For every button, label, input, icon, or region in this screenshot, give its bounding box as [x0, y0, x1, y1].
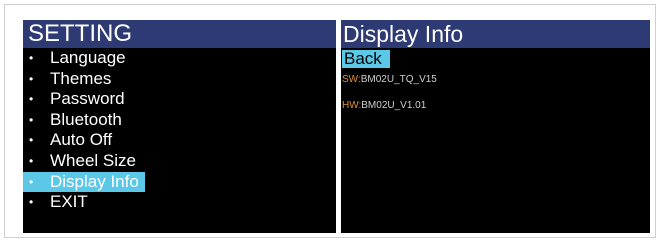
bullet-icon: •	[29, 195, 34, 210]
menu-item-wheel-size[interactable]: • Wheel Size	[23, 151, 336, 172]
bullet-icon: •	[29, 71, 34, 86]
menu-item-label: Bluetooth	[50, 109, 122, 129]
bullet-icon: •	[29, 112, 34, 127]
menu-item-label: Auto Off	[50, 130, 113, 150]
bullet-icon: •	[29, 133, 34, 148]
bullet-icon: •	[29, 92, 34, 107]
menu-item-label: Themes	[50, 68, 112, 88]
settings-screen: SETTING • Language • Themes • Password •…	[23, 20, 336, 233]
bullet-icon: •	[29, 174, 34, 189]
settings-menu: • Language • Themes • Password • Bluetoo…	[23, 48, 336, 213]
hardware-version: HW:BM02U_V1.01	[342, 100, 650, 111]
software-version: SW:BM02U_TQ_V15	[342, 74, 650, 85]
settings-title: SETTING	[23, 20, 336, 48]
bullet-icon: •	[29, 51, 34, 65]
menu-item-label: Password	[50, 89, 125, 109]
menu-item-exit[interactable]: • EXIT	[23, 192, 336, 213]
bullet-icon: •	[29, 153, 34, 168]
menu-item-auto-off[interactable]: • Auto Off	[23, 130, 336, 151]
menu-item-display-info[interactable]: • Display Info	[23, 171, 336, 193]
back-button[interactable]: Back	[342, 50, 390, 68]
menu-item-label: Language	[50, 48, 126, 67]
software-version-value: BM02U_TQ_V15	[360, 74, 437, 85]
menu-item-language[interactable]: • Language	[23, 48, 336, 69]
hardware-version-value: BM02U_V1.01	[361, 100, 427, 111]
menu-item-password[interactable]: • Password	[23, 89, 336, 110]
menu-item-label: Display Info	[50, 171, 139, 191]
menu-item-label: Wheel Size	[50, 150, 136, 170]
menu-item-themes[interactable]: • Themes	[23, 69, 336, 90]
software-version-key: SW:	[342, 74, 361, 85]
display-info-title: Display Info	[341, 20, 650, 48]
display-info-screen: Display Info Back SW:BM02U_TQ_V15 HW:BM0…	[341, 20, 650, 233]
menu-item-label: EXIT	[50, 192, 88, 212]
hardware-version-key: HW:	[342, 100, 362, 111]
menu-item-bluetooth[interactable]: • Bluetooth	[23, 110, 336, 131]
